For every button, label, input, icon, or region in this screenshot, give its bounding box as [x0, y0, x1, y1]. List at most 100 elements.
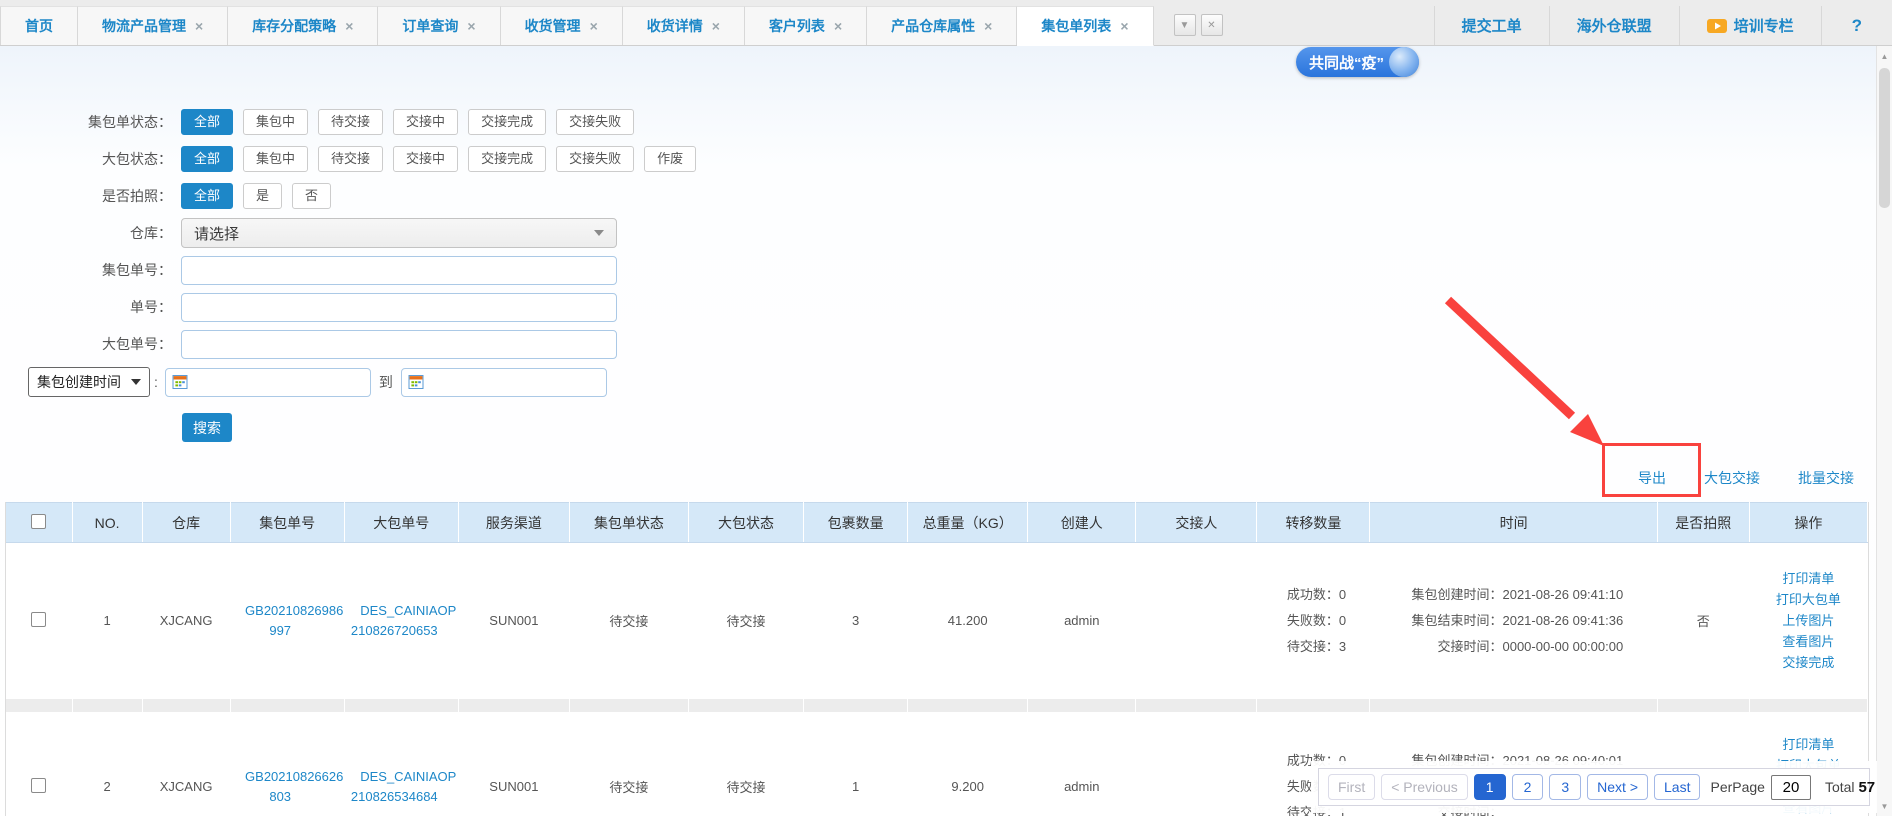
chip-handover-done[interactable]: 交接完成: [468, 109, 546, 135]
cell-parcel-qty: 3: [804, 543, 908, 699]
chip-handover-in-progress[interactable]: 交接中: [393, 109, 458, 135]
bag-handover-link[interactable]: 大包交接: [1704, 468, 1760, 488]
page-1-button[interactable]: 1: [1474, 774, 1506, 800]
filter-bag-no: 大包单号：: [6, 330, 706, 358]
filter-label: 是否拍照：: [6, 186, 172, 206]
chip-handover-failed[interactable]: 交接失败: [556, 109, 634, 135]
pack-no-link[interactable]: GB20210826626803: [231, 769, 343, 804]
chip-pending-handover[interactable]: 待交接: [318, 146, 383, 172]
date-type-select[interactable]: 集包创建时间: [28, 367, 150, 397]
tab-customer-list[interactable]: 客户列表×: [745, 6, 867, 45]
vertical-scrollbar[interactable]: ▲ ▼: [1876, 46, 1892, 816]
pack-no-link[interactable]: GB20210826986997: [231, 603, 343, 638]
col-parcel-qty: 包裹数量: [804, 503, 908, 543]
pack-no-input[interactable]: [181, 256, 617, 285]
chip-packing[interactable]: 集包中: [243, 146, 308, 172]
close-icon[interactable]: ×: [984, 7, 992, 45]
scroll-down-icon[interactable]: ▼: [1877, 798, 1892, 814]
row-checkbox[interactable]: [31, 612, 46, 627]
page-2-button[interactable]: 2: [1512, 774, 1544, 800]
submit-ticket-link[interactable]: 提交工单: [1434, 6, 1549, 45]
col-photo: 是否拍照: [1657, 503, 1749, 543]
tab-bar: 首页 物流产品管理× 库存分配策略× 订单查询× 收货管理× 收货详情× 客户列…: [0, 0, 1892, 46]
tab-order-query[interactable]: 订单查询×: [378, 6, 500, 45]
tab-receiving[interactable]: 收货管理×: [501, 6, 623, 45]
bag-no-input[interactable]: [181, 330, 617, 359]
training-link[interactable]: 培训专栏: [1679, 6, 1821, 45]
chip-packing[interactable]: 集包中: [243, 109, 308, 135]
col-creator: 创建人: [1028, 503, 1136, 543]
row-checkbox[interactable]: [31, 778, 46, 793]
select-all-checkbox[interactable]: [31, 514, 46, 529]
tab-dropdown-icon[interactable]: ▼: [1174, 14, 1196, 36]
date-to-input[interactable]: [424, 375, 600, 390]
virus-icon: [1389, 47, 1419, 77]
handover-done-link[interactable]: 交接完成: [1750, 652, 1867, 673]
date-to-label: 到: [379, 372, 393, 392]
per-page-input[interactable]: [1771, 775, 1811, 800]
tab-receiving-detail[interactable]: 收货详情×: [623, 6, 745, 45]
scrollbar-thumb[interactable]: [1879, 68, 1890, 208]
close-icon[interactable]: ×: [345, 7, 353, 45]
chip-all[interactable]: 全部: [181, 183, 233, 209]
filter-pack-status: 集包单状态： 全部 集包中 待交接 交接中 交接完成 交接失败: [6, 108, 706, 136]
chip-pending-handover[interactable]: 待交接: [318, 109, 383, 135]
batch-handover-link[interactable]: 批量交接: [1798, 468, 1854, 488]
tab-close-all-icon[interactable]: ✕: [1201, 14, 1223, 36]
print-bag-link[interactable]: 打印大包单: [1750, 589, 1867, 610]
chip-yes[interactable]: 是: [243, 183, 282, 209]
campaign-badge[interactable]: 共同战“疫”: [1296, 47, 1419, 77]
view-image-link[interactable]: 查看图片: [1750, 631, 1867, 652]
date-from-input[interactable]: [188, 375, 364, 390]
colon: :: [154, 374, 158, 390]
cell-bag-status: 待交接: [688, 543, 803, 699]
order-no-input[interactable]: [181, 293, 617, 322]
overseas-alliance-link[interactable]: 海外仓联盟: [1549, 6, 1679, 45]
close-icon[interactable]: ×: [834, 7, 842, 45]
previous-page-button[interactable]: < Previous: [1381, 774, 1468, 800]
bag-no-link[interactable]: DES_CAINIAOP210826720653: [346, 603, 456, 638]
close-icon[interactable]: ×: [590, 7, 598, 45]
chip-all[interactable]: 全部: [181, 146, 233, 172]
chip-voided[interactable]: 作废: [644, 146, 696, 172]
close-icon[interactable]: ×: [467, 7, 475, 45]
upload-image-link[interactable]: 上传图片: [1750, 610, 1867, 631]
calendar-icon[interactable]: [408, 374, 424, 390]
chip-no[interactable]: 否: [292, 183, 331, 209]
bag-no-link[interactable]: DES_CAINIAOP210826534684: [346, 769, 456, 804]
help-link[interactable]: ?: [1821, 6, 1892, 45]
tab-home[interactable]: 首页: [0, 6, 78, 45]
calendar-icon[interactable]: [172, 374, 188, 390]
close-icon[interactable]: ×: [1120, 7, 1128, 45]
filter-date-range: 集包创建时间 : 到: [6, 367, 706, 397]
scroll-up-icon[interactable]: ▲: [1877, 48, 1892, 64]
cell-channel: SUN001: [458, 543, 569, 699]
print-list-link[interactable]: 打印清单: [1750, 734, 1867, 755]
chip-handover-done[interactable]: 交接完成: [468, 146, 546, 172]
tab-logistics-products[interactable]: 物流产品管理×: [78, 6, 228, 45]
first-page-button[interactable]: First: [1328, 774, 1375, 800]
search-button[interactable]: 搜索: [182, 413, 232, 442]
chip-handover-failed[interactable]: 交接失败: [556, 146, 634, 172]
last-page-button[interactable]: Last: [1654, 774, 1700, 800]
close-icon[interactable]: ×: [195, 7, 203, 45]
annotation-highlight-box: [1602, 443, 1701, 497]
chip-handover-in-progress[interactable]: 交接中: [393, 146, 458, 172]
tab-stock-allocation[interactable]: 库存分配策略×: [228, 6, 378, 45]
tab-pack-list-active[interactable]: 集包单列表×: [1017, 6, 1153, 46]
date-to-field[interactable]: [401, 368, 607, 397]
chip-all[interactable]: 全部: [181, 109, 233, 135]
cell-photo: 否: [1657, 543, 1749, 699]
total-count: Total 57: [1825, 779, 1875, 796]
close-icon[interactable]: ×: [712, 7, 720, 45]
col-pack-status: 集包单状态: [569, 503, 688, 543]
cell-channel: SUN001: [458, 712, 569, 816]
date-from-field[interactable]: [165, 368, 371, 397]
tab-product-warehouse-attr[interactable]: 产品仓库属性×: [867, 6, 1017, 45]
warehouse-select[interactable]: 请选择: [181, 218, 617, 248]
next-page-button[interactable]: Next >: [1587, 774, 1648, 800]
page-3-button[interactable]: 3: [1549, 774, 1581, 800]
print-list-link[interactable]: 打印清单: [1750, 568, 1867, 589]
topbar-links: 提交工单 海外仓联盟 培训专栏 ?: [1434, 6, 1892, 45]
col-warehouse: 仓库: [142, 503, 230, 543]
